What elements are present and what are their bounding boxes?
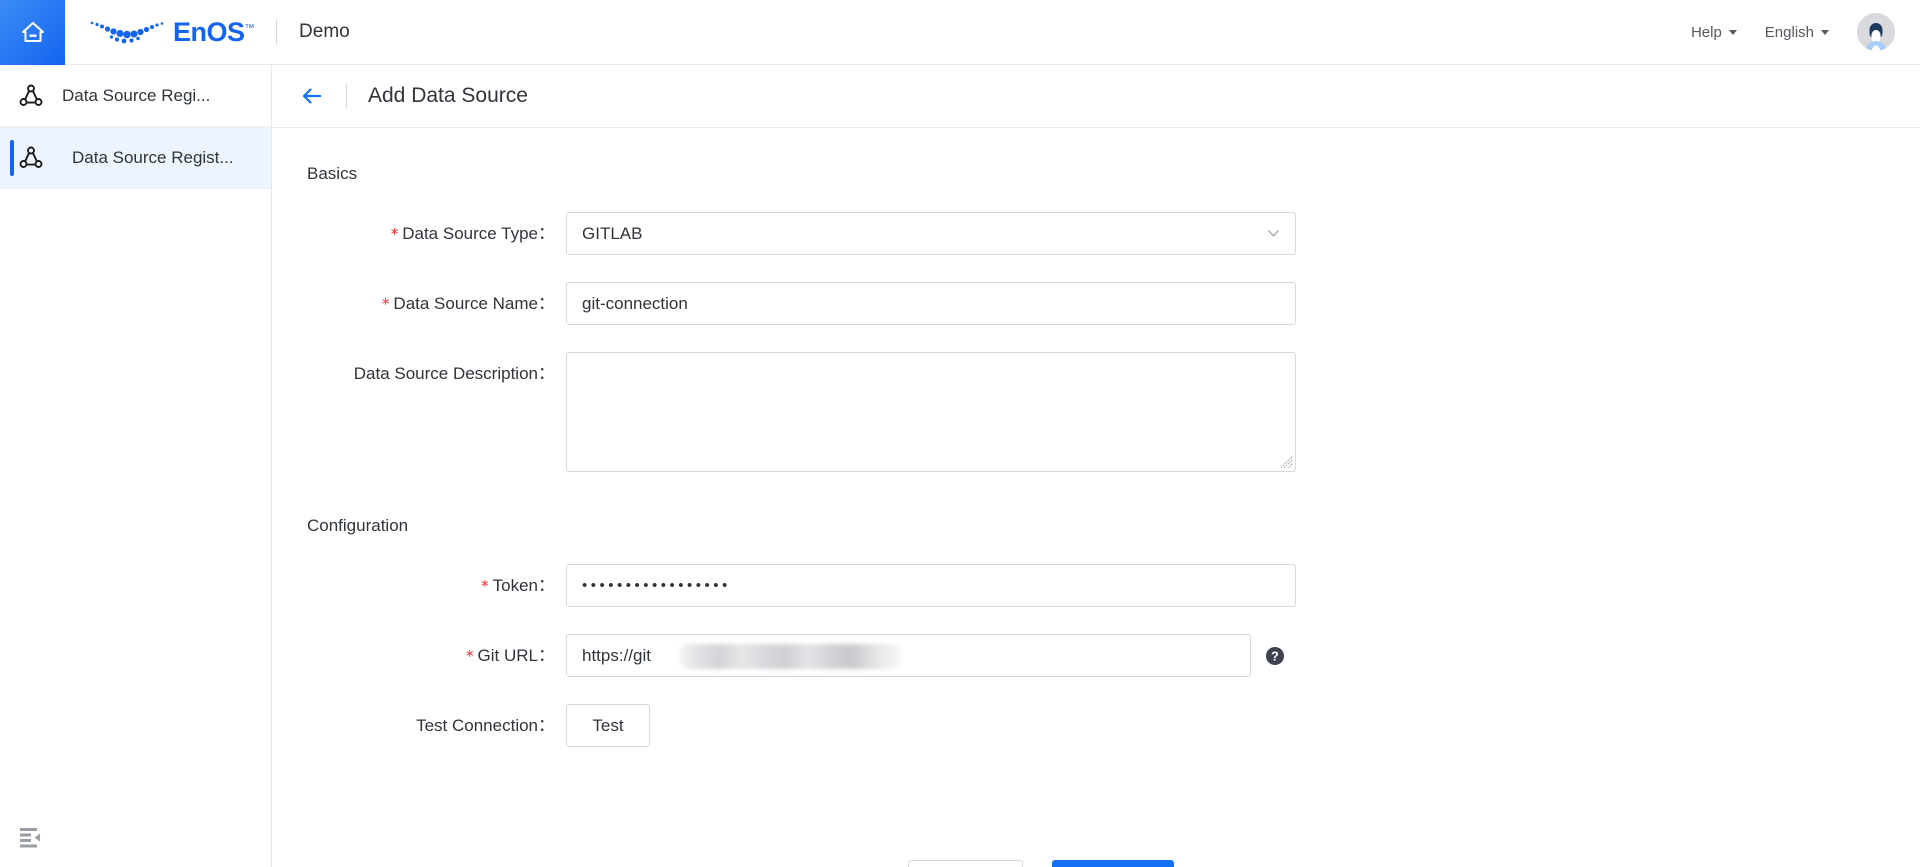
field-row-test-connection: Test Connection： Test [272,704,1920,747]
enos-swoosh-icon [90,21,164,44]
required-asterisk: * [481,577,489,595]
done-button[interactable]: Done [1052,860,1174,867]
data-source-type-select[interactable]: GITLAB [566,212,1296,255]
configuration-section-title: Configuration [307,516,409,535]
token-input[interactable]: ••••••••••••••••• [566,564,1296,607]
git-url-label: Git URL： [477,646,555,665]
back-arrow-icon[interactable] [299,83,325,109]
language-menu-label: English [1764,23,1814,41]
sidebar-item-label: Data Source Regi... [62,85,211,105]
basics-section-title: Basics [307,164,358,183]
token-field: ••••••••••••••••• [566,564,1296,607]
chevron-down-icon [1728,29,1737,35]
brand-wordmark: EnOS™ [173,16,255,48]
git-url-input[interactable]: https://git [566,634,1251,677]
sidebar-item-label: Data Source Regist... [72,148,234,167]
data-source-name-value: git-connection [582,293,688,313]
test-connection-label-wrap: Test Connection： [272,704,566,747]
test-connection-button[interactable]: Test [566,704,650,747]
git-url-label-wrap: * Git URL： [272,634,566,678]
data-source-description-label-wrap: Data Source Description： [272,352,566,395]
brand-os: OS [206,16,246,47]
collapse-sidebar-button[interactable] [18,826,44,848]
page-header: Add Data Source [272,65,1920,128]
field-row-data-source-type: * Data Source Type： GITLAB [272,212,1920,256]
token-label-wrap: * Token： [272,564,566,608]
git-url-value: https://git [582,645,651,665]
sidebar-item-data-source-registration[interactable]: Data Source Regist... [0,127,271,189]
brand-en: En [173,16,207,47]
home-button[interactable] [0,0,65,65]
header-actions: Help English [1691,13,1920,51]
header-divider [276,19,278,45]
data-source-description-textarea[interactable] [566,352,1296,472]
field-row-data-source-name: * Data Source Name： git-connection [272,282,1920,326]
main-content: Add Data Source Basics * Data Source Type… [272,65,1920,867]
git-url-field: https://git ? [566,634,1285,677]
data-source-name-label-wrap: * Data Source Name： [272,282,566,326]
token-masked-value: ••••••••••••••••• [582,577,731,594]
required-asterisk: * [381,295,390,313]
home-icon [18,17,48,47]
data-source-type-label: Data Source Type： [402,224,555,243]
svg-text:?: ? [1271,649,1279,663]
data-source-icon [19,146,43,168]
chevron-down-icon [1821,29,1829,35]
sidebar: Data Source Regi... Data Source Regist..… [0,65,272,867]
data-source-description-label: Data Source Description： [353,364,555,383]
test-connection-field: Test [566,704,650,747]
chevron-down-icon [1267,227,1280,240]
field-row-data-source-description: Data Source Description： [272,352,1920,472]
data-source-type-label-wrap: * Data Source Type： [272,212,566,256]
user-avatar-icon [1857,13,1895,51]
field-row-git-url: * Git URL： https://git ? [272,634,1920,678]
test-connection-label: Test Connection： [416,716,555,735]
data-source-name-field: git-connection [566,282,1296,325]
collapse-sidebar-icon [20,828,40,848]
sidebar-item-data-source-registry-root[interactable]: Data Source Regi... [0,65,271,127]
form-actions: Cancel Done [272,860,1920,867]
redacted-url-overlay [679,644,901,669]
resize-grip-icon[interactable] [1280,456,1293,469]
help-menu[interactable]: Help [1691,24,1737,41]
data-source-name-input[interactable]: git-connection [566,282,1296,325]
question-mark-help-icon[interactable]: ? [1265,646,1285,666]
page-header-divider [346,83,347,109]
token-label: Token： [492,576,555,595]
data-source-type-field: GITLAB [566,212,1296,255]
app-header: EnOS™ Demo Help English [0,0,1920,65]
help-menu-label: Help [1690,23,1722,41]
data-source-type-value: GITLAB [582,223,643,243]
data-source-name-label: Data Source Name： [393,294,555,313]
required-asterisk: * [390,225,399,243]
page-title: Add Data Source [368,84,528,107]
data-source-icon [19,84,43,106]
tenant-name: Demo [299,21,350,42]
language-menu[interactable]: English [1765,24,1829,41]
add-data-source-form: Basics * Data Source Type： GITLAB * Data… [272,128,1920,867]
data-source-description-field [566,352,1296,472]
field-row-token: * Token： ••••••••••••••••• [272,564,1920,608]
required-asterisk: * [466,647,474,665]
brand-trademark: ™ [244,22,255,34]
brand-logo[interactable]: EnOS™ [87,0,255,65]
avatar[interactable] [1857,13,1895,51]
cancel-button[interactable]: Cancel [908,860,1024,867]
